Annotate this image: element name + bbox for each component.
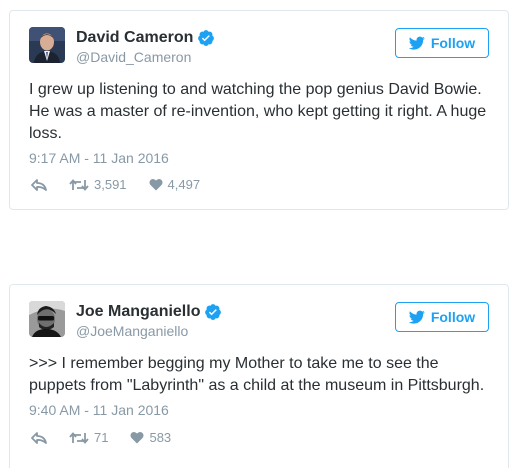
timestamp[interactable]: 9:40 AM - 11 Jan 2016 <box>29 402 169 418</box>
display-name[interactable]: David Cameron <box>76 29 193 47</box>
follow-button[interactable]: Follow <box>395 302 489 332</box>
like-button[interactable]: 4,497 <box>149 177 201 192</box>
timestamp[interactable]: 9:17 AM - 11 Jan 2016 <box>29 150 169 166</box>
follow-label: Follow <box>430 309 476 325</box>
follow-label: Follow <box>430 35 476 51</box>
heart-icon <box>149 178 163 191</box>
follow-button[interactable]: Follow <box>395 28 489 58</box>
verified-badge-icon <box>197 29 215 47</box>
retweet-count: 3,591 <box>94 177 127 192</box>
reply-button[interactable] <box>31 178 47 192</box>
tweet-card: Joe Manganiello @JoeManganiello Follow >… <box>9 284 509 468</box>
reply-icon <box>31 178 47 192</box>
retweet-icon <box>69 178 89 192</box>
handle[interactable]: @JoeManganiello <box>76 323 222 339</box>
tweet-text: >>> I remember begging my Mother to take… <box>29 355 485 394</box>
like-count: 583 <box>149 430 172 445</box>
reply-icon <box>31 431 47 445</box>
tweet-actions: 71 583 <box>31 430 193 445</box>
heart-icon <box>130 431 144 444</box>
retweet-button[interactable]: 3,591 <box>69 177 127 192</box>
twitter-bird-icon <box>408 309 425 325</box>
tweet-card: David Cameron @David_Cameron Follow I gr… <box>9 10 509 210</box>
avatar[interactable] <box>29 27 65 63</box>
reply-button[interactable] <box>31 431 47 445</box>
retweet-icon <box>69 431 89 445</box>
verified-badge-icon <box>204 303 222 321</box>
retweet-count: 71 <box>94 430 109 445</box>
like-button[interactable]: 583 <box>130 430 171 445</box>
retweet-button[interactable]: 71 <box>69 430 108 445</box>
twitter-bird-icon <box>408 35 425 51</box>
tweet-actions: 3,591 4,497 <box>31 177 222 192</box>
tweet-text: I grew up listening to and watching the … <box>29 81 487 142</box>
display-name[interactable]: Joe Manganiello <box>76 303 200 321</box>
avatar[interactable] <box>29 301 65 337</box>
like-count: 4,497 <box>167 177 201 192</box>
handle[interactable]: @David_Cameron <box>76 49 215 65</box>
